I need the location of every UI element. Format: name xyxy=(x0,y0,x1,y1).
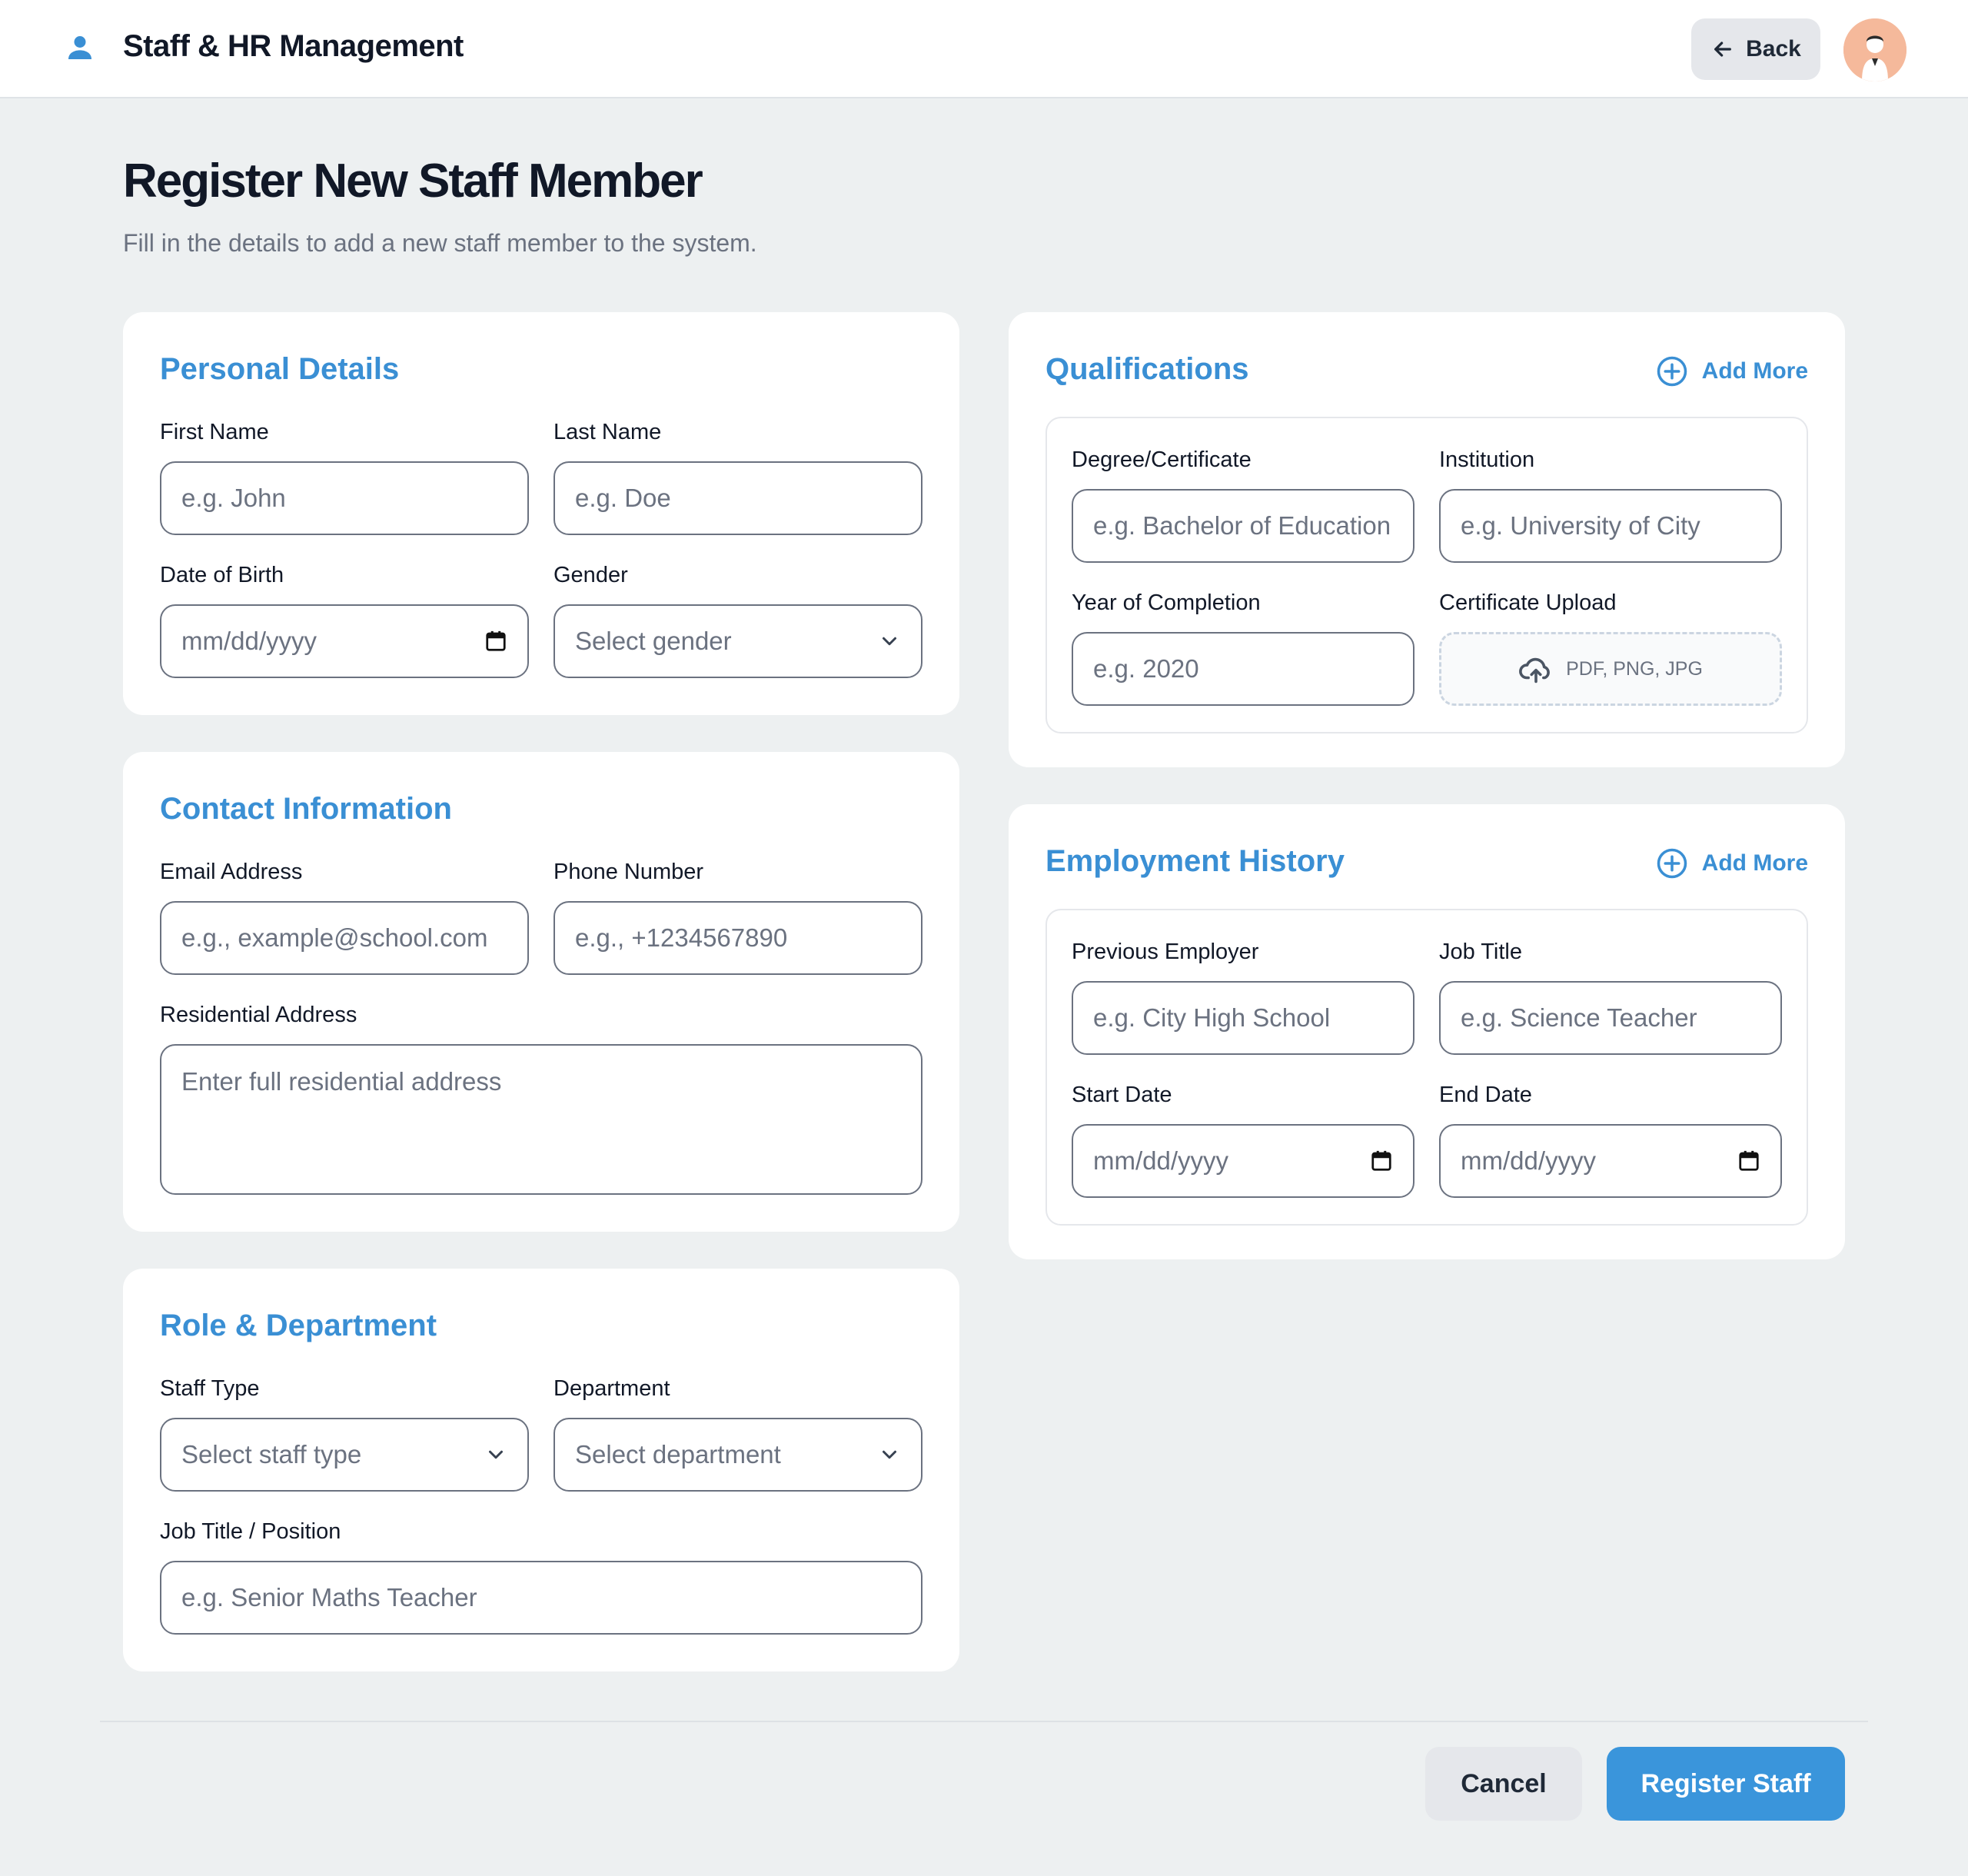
calendar-icon[interactable] xyxy=(1737,1149,1760,1172)
prev-job-title-label: Job Title xyxy=(1439,940,1522,964)
avatar[interactable] xyxy=(1843,18,1906,81)
employment-history-card: Employment History Add More Previous Emp… xyxy=(1009,804,1845,1259)
cloud-upload-icon xyxy=(1519,657,1550,684)
gender-select[interactable]: Select gender xyxy=(554,604,922,678)
last-name-input[interactable] xyxy=(554,461,922,535)
role-department-card: Role & Department Staff Type Select staf… xyxy=(123,1269,959,1671)
institution-input[interactable] xyxy=(1439,489,1782,563)
staff-type-label: Staff Type xyxy=(160,1376,260,1401)
contact-information-card: Contact Information Email Address Phone … xyxy=(123,752,959,1232)
dob-input[interactable]: mm/dd/yyyy xyxy=(160,604,529,678)
add-more-label: Add More xyxy=(1701,358,1808,384)
cancel-button[interactable]: Cancel xyxy=(1425,1747,1582,1821)
degree-label: Degree/Certificate xyxy=(1072,447,1252,472)
calendar-icon[interactable] xyxy=(1370,1149,1393,1172)
add-employment-button[interactable]: Add More xyxy=(1656,847,1808,880)
year-input[interactable] xyxy=(1072,632,1414,706)
dob-placeholder: mm/dd/yyyy xyxy=(181,627,317,655)
degree-input[interactable] xyxy=(1072,489,1414,563)
calendar-icon[interactable] xyxy=(484,630,507,653)
personal-details-card: Personal Details First Name Last Name Da… xyxy=(123,312,959,715)
first-name-label: First Name xyxy=(160,420,269,444)
start-date-placeholder: mm/dd/yyyy xyxy=(1093,1146,1229,1175)
address-label: Residential Address xyxy=(160,1003,357,1027)
job-title-input[interactable] xyxy=(160,1561,922,1635)
plus-circle-icon xyxy=(1657,356,1687,387)
chevron-down-icon xyxy=(883,637,896,646)
end-date-label: End Date xyxy=(1439,1083,1532,1107)
department-label: Department xyxy=(554,1376,670,1401)
section-title: Employment History xyxy=(1046,844,1345,878)
register-staff-button[interactable]: Register Staff xyxy=(1607,1747,1845,1821)
back-button[interactable]: Back xyxy=(1691,18,1820,80)
staff-type-select[interactable]: Select staff type xyxy=(160,1418,529,1492)
certificate-upload[interactable]: PDF, PNG, JPG xyxy=(1439,632,1782,706)
department-selected: Select department xyxy=(575,1440,781,1469)
chevron-down-icon xyxy=(489,1450,503,1459)
employment-entry: Previous Employer Job Title Start Date m… xyxy=(1046,909,1808,1226)
last-name-label: Last Name xyxy=(554,420,662,444)
start-date-label: Start Date xyxy=(1072,1083,1172,1107)
page-subtitle: Fill in the details to add a new staff m… xyxy=(123,229,757,257)
gender-selected: Select gender xyxy=(575,627,732,655)
year-label: Year of Completion xyxy=(1072,590,1261,615)
employer-label: Previous Employer xyxy=(1072,940,1259,964)
phone-input[interactable] xyxy=(554,901,922,975)
user-avatar-icon xyxy=(1843,18,1906,81)
qualifications-card: Qualifications Add More Degree/Certifica… xyxy=(1009,312,1845,767)
end-date-placeholder: mm/dd/yyyy xyxy=(1461,1146,1597,1175)
chevron-down-icon xyxy=(883,1450,896,1459)
start-date-input[interactable]: mm/dd/yyyy xyxy=(1072,1124,1414,1198)
email-input[interactable] xyxy=(160,901,529,975)
section-title: Role & Department xyxy=(160,1309,437,1342)
prev-job-title-input[interactable] xyxy=(1439,981,1782,1055)
add-qualification-button[interactable]: Add More xyxy=(1656,355,1808,388)
employer-input[interactable] xyxy=(1072,981,1414,1055)
address-textarea[interactable] xyxy=(160,1044,922,1195)
phone-label: Phone Number xyxy=(554,860,704,884)
page-title: Register New Staff Member xyxy=(123,155,703,208)
section-title: Contact Information xyxy=(160,792,452,826)
top-bar: Staff & HR Management Back xyxy=(0,0,1968,98)
institution-label: Institution xyxy=(1439,447,1535,472)
job-title-label: Job Title / Position xyxy=(160,1519,341,1544)
section-title: Personal Details xyxy=(160,352,400,386)
email-label: Email Address xyxy=(160,860,303,884)
plus-circle-icon xyxy=(1657,848,1687,879)
footer-divider xyxy=(100,1721,1868,1722)
upload-label: Certificate Upload xyxy=(1439,590,1617,615)
app-title: Staff & HR Management xyxy=(123,29,464,63)
arrow-left-icon xyxy=(1714,42,1732,57)
add-more-label: Add More xyxy=(1701,850,1808,876)
section-title: Qualifications xyxy=(1046,352,1249,386)
upload-hint: PDF, PNG, JPG xyxy=(1566,657,1703,680)
department-select[interactable]: Select department xyxy=(554,1418,922,1492)
staff-type-selected: Select staff type xyxy=(181,1440,362,1469)
person-icon xyxy=(68,36,91,59)
first-name-input[interactable] xyxy=(160,461,529,535)
back-button-label: Back xyxy=(1746,36,1801,62)
qualification-entry: Degree/Certificate Institution Year of C… xyxy=(1046,417,1808,733)
gender-label: Gender xyxy=(554,563,628,587)
end-date-input[interactable]: mm/dd/yyyy xyxy=(1439,1124,1782,1198)
dob-label: Date of Birth xyxy=(160,563,284,587)
